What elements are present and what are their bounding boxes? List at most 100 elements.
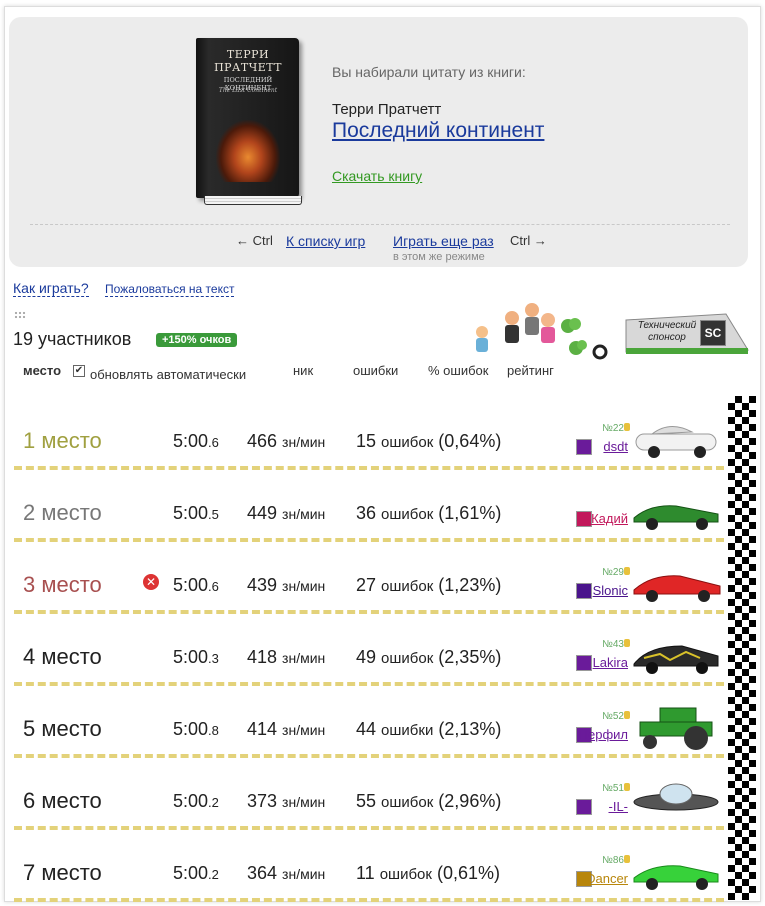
result-row: 5 место 5:00.8 414 зн/мин 44 ошибки (2,1… (14, 686, 724, 758)
book-cover-subtitle: The Last Continent (218, 87, 278, 94)
avatar[interactable] (576, 583, 592, 599)
drag-dots-icon (14, 311, 26, 319)
result-row: 3 место ✕ 5:00.6 439 зн/мин 27 ошибок (1… (14, 542, 724, 614)
speed-value: 449 зн/мин (247, 503, 326, 523)
errors-value: 55 ошибок (2,96%) (356, 791, 502, 811)
bush-icon (561, 318, 581, 333)
header-error-percent: % ошибок (428, 363, 489, 378)
tire-icon (592, 344, 608, 360)
play-again-link[interactable]: Играть еще раз (393, 233, 494, 249)
avatar[interactable] (576, 799, 592, 815)
quote-label: Вы набирали цитату из книги: (332, 64, 526, 80)
time-value: 5:00.5 (173, 503, 219, 523)
player-nick[interactable]: dsdt (603, 439, 628, 454)
person-icon (505, 311, 519, 343)
header-errors: ошибки (353, 363, 399, 378)
place-label: 5 место (23, 716, 102, 741)
book-cover[interactable]: ТЕРРИ ПРАТЧЕТТ ПОСЛЕДНИЙ КОНТИНЕНТ The L… (196, 38, 306, 206)
speed-value: 466 зн/мин (247, 431, 326, 451)
avatar[interactable] (576, 439, 592, 455)
back-to-games-link[interactable]: К списку игр (286, 233, 365, 249)
car-icon (633, 575, 721, 602)
complain-link[interactable]: Пожаловаться на текст (105, 282, 235, 297)
avatar[interactable] (576, 655, 592, 671)
speed-value: 439 зн/мин (247, 575, 326, 595)
play-again-mode: в этом же режиме (393, 251, 485, 263)
errors-value: 15 ошибок (0,64%) (356, 431, 502, 451)
time-value: 5:00.2 (173, 863, 219, 883)
header-nick: ник (293, 363, 314, 378)
result-row: 7 место 5:00.2 364 зн/мин 11 ошибок (0,6… (14, 830, 724, 902)
spectators-icon (476, 303, 608, 360)
book-cover-body: ТЕРРИ ПРАТЧЕТТ ПОСЛЕДНИЙ КОНТИНЕНТ The L… (196, 38, 299, 198)
errors-value: 11 ошибок (0,61%) (356, 863, 500, 883)
finish-line (728, 396, 756, 900)
time-value: 5:00.6 (173, 575, 219, 595)
car-icon (635, 426, 717, 458)
panel-divider (30, 224, 730, 225)
person-icon (476, 326, 488, 352)
player-nick[interactable]: Slonic (593, 583, 628, 598)
car-icon (633, 645, 719, 674)
player-nick[interactable]: Перфил (579, 727, 628, 742)
errors-value: 44 ошибки (2,13%) (356, 719, 502, 739)
time-value: 5:00.8 (173, 719, 219, 739)
player-nick[interactable]: NDancer (577, 871, 628, 886)
result-row: 6 место 5:00.2 373 зн/мин 55 ошибок (2,9… (14, 758, 724, 830)
auto-update-checkbox[interactable]: ✔ (73, 365, 85, 377)
player-nick[interactable]: -IL- (609, 799, 629, 814)
avatar[interactable] (576, 511, 592, 527)
result-row: 4 место 5:00.3 418 зн/мин 49 ошибок (2,3… (14, 614, 724, 686)
header-rating: рейтинг (507, 363, 554, 378)
rank-badge: №52 (602, 711, 624, 722)
time-value: 5:00.2 (173, 791, 219, 811)
car-icon (639, 707, 713, 750)
errors-value: 27 ошибок (1,23%) (356, 575, 502, 595)
book-pages (204, 196, 302, 205)
speed-value: 364 зн/мин (247, 863, 326, 883)
book-title-link[interactable]: Последний континент (332, 119, 544, 143)
rank-badge: №43 (602, 639, 624, 650)
person-icon (541, 313, 555, 343)
how-to-play-link[interactable]: Как играть? (13, 280, 89, 297)
rank-badge: №51 (602, 783, 624, 794)
place-label: 6 место (23, 788, 102, 813)
person-icon (525, 303, 539, 335)
nav-right-hint: Ctrl → (510, 233, 547, 248)
errors-value: 36 ошибок (1,61%) (356, 503, 502, 523)
speed-value: 373 зн/мин (247, 791, 326, 811)
time-value: 5:00.6 (173, 431, 219, 451)
failed-icon: ✕ (143, 574, 159, 590)
place-label: 2 место (23, 500, 102, 525)
book-cover-author: ТЕРРИ ПРАТЧЕТТ (214, 48, 282, 74)
rank-badge: №22 (602, 423, 624, 434)
result-row: 1 место 5:00.6 466 зн/мин 15 ошибок (0,6… (14, 398, 724, 470)
row-divider (14, 898, 724, 902)
bonus-badge: +150% очков (156, 333, 238, 347)
speed-value: 418 зн/мин (247, 647, 326, 667)
time-value: 5:00.3 (173, 647, 219, 667)
book-cover-art (216, 120, 280, 182)
speed-value: 414 зн/мин (247, 719, 326, 739)
sponsor-logo: SC (700, 320, 726, 346)
errors-value: 49 ошибок (2,35%) (356, 647, 502, 667)
place-label: 3 место (23, 572, 102, 597)
bush-icon (569, 340, 587, 355)
car-icon (633, 505, 719, 530)
header-place: место (23, 363, 62, 378)
place-label: 4 место (23, 644, 102, 669)
player-nick[interactable]: Lakira (593, 655, 628, 670)
player-nick[interactable]: Кадий (591, 511, 628, 526)
result-row: 2 место 5:00.5 449 зн/мин 36 ошибок (1,6… (14, 470, 724, 542)
car-icon (633, 865, 719, 890)
participants-count: 19 участников (13, 329, 132, 349)
place-label: 7 место (23, 860, 102, 885)
sponsor-text: Технический спонсор (637, 320, 697, 343)
download-book-link[interactable]: Скачать книгу (332, 168, 422, 184)
car-icon (633, 783, 719, 811)
place-label: 1 место (23, 428, 102, 453)
book-author: Терри Пратчетт (332, 101, 442, 118)
rank-badge: №29 (602, 567, 624, 578)
nav-left-hint: ← Ctrl (236, 233, 273, 248)
header-auto-update: обновлять автоматически (90, 367, 247, 382)
